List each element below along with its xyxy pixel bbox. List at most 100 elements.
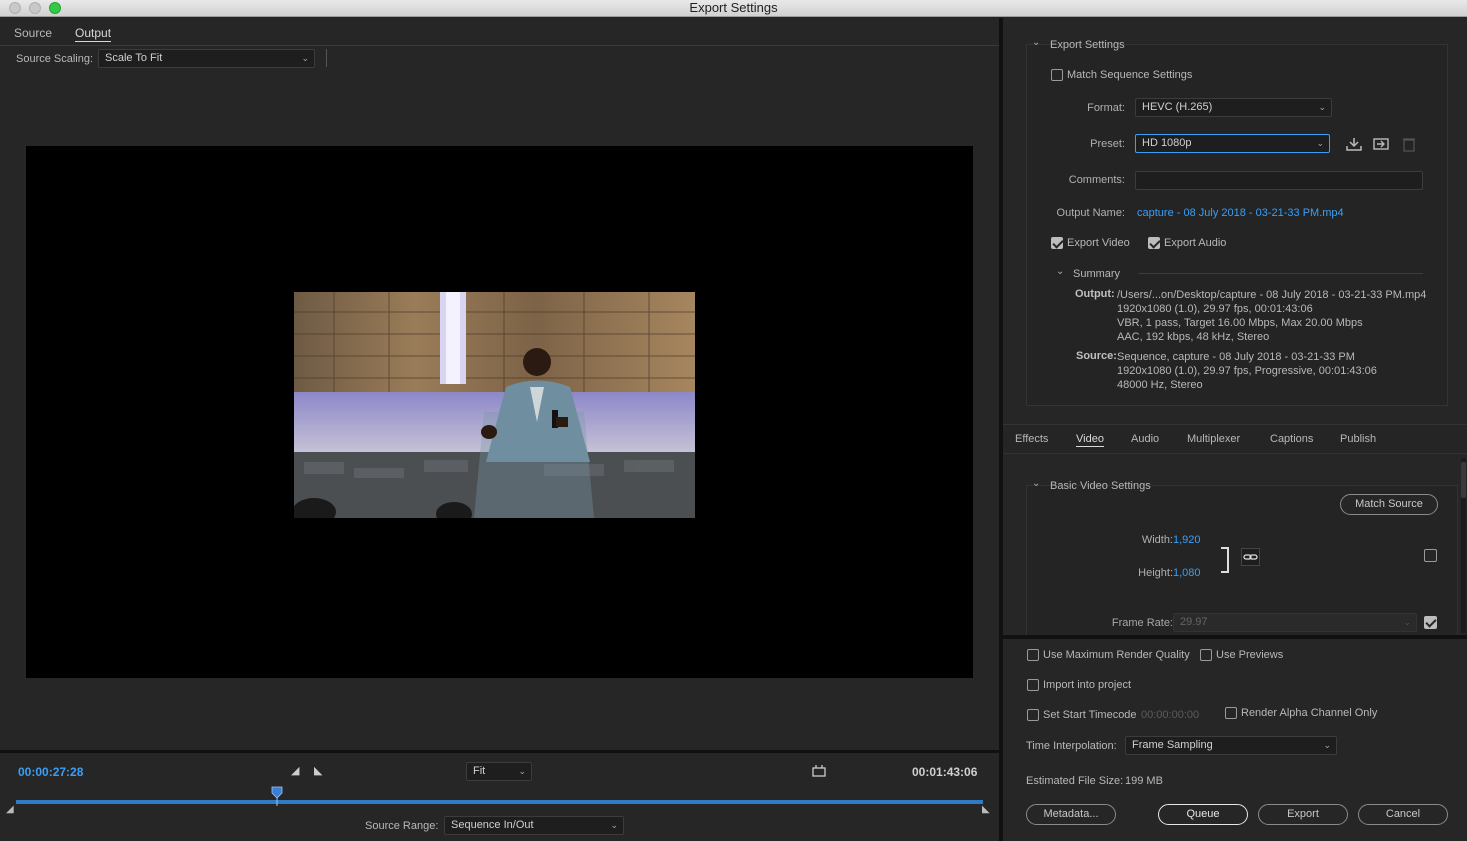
close-window-button[interactable] xyxy=(9,2,21,14)
frame-rate-override-checkbox[interactable] xyxy=(1424,616,1437,629)
width-height-override-checkbox[interactable] xyxy=(1424,549,1437,562)
tab-publish[interactable]: Publish xyxy=(1340,433,1376,445)
tab-video[interactable]: Video xyxy=(1076,433,1104,447)
chevron-down-icon: ⌄ xyxy=(1316,138,1324,148)
chevron-down-icon: ⌄ xyxy=(1323,740,1331,750)
source-range-label: Source Range: xyxy=(365,820,439,832)
zoom-dropdown[interactable]: Fit ⌄ xyxy=(466,762,532,781)
file-size-label: Estimated File Size: xyxy=(1026,775,1124,787)
cancel-button[interactable]: Cancel xyxy=(1358,804,1448,825)
panel-tabs: Effects Video Audio Multiplexer Captions… xyxy=(1003,424,1467,454)
bottom-divider[interactable] xyxy=(1003,635,1467,639)
panel-scrollbar[interactable] xyxy=(1461,458,1466,633)
panel-scrollbar-thumb[interactable] xyxy=(1461,462,1466,498)
mark-in-icon[interactable]: ◢ xyxy=(291,764,299,777)
comments-input[interactable] xyxy=(1135,171,1423,190)
minimize-window-button[interactable] xyxy=(29,2,41,14)
chevron-down-icon: ⌄ xyxy=(1403,617,1411,627)
collapse-chevron-icon[interactable]: ⌄ xyxy=(1032,37,1040,48)
metadata-button[interactable]: Metadata... xyxy=(1026,804,1116,825)
zoom-value: Fit xyxy=(473,765,486,777)
export-video-checkbox[interactable] xyxy=(1051,237,1063,249)
max-render-quality-label: Use Maximum Render Quality xyxy=(1043,649,1190,661)
import-preset-icon[interactable] xyxy=(1372,136,1390,152)
time-interpolation-value: Frame Sampling xyxy=(1132,739,1213,751)
time-interpolation-dropdown[interactable]: Frame Sampling ⌄ xyxy=(1125,736,1337,755)
height-value[interactable]: 1,080 xyxy=(1173,567,1201,579)
format-dropdown[interactable]: HEVC (H.265) ⌄ xyxy=(1135,98,1332,117)
export-audio-label: Export Audio xyxy=(1164,237,1227,249)
format-label: Format: xyxy=(1087,102,1125,114)
link-bracket xyxy=(1221,547,1229,573)
start-timecode-value[interactable]: 00:00:00:00 xyxy=(1141,709,1199,721)
crop-icon[interactable] xyxy=(811,765,827,778)
summary-source-line: 48000 Hz, Stereo xyxy=(1117,379,1203,391)
comments-label: Comments: xyxy=(1068,174,1125,186)
summary-source-text: Sequence, capture - 08 July 2018 - 03-21… xyxy=(1117,350,1377,392)
set-start-timecode-label: Set Start Timecode xyxy=(1043,709,1137,721)
summary-header: Summary xyxy=(1073,268,1121,280)
work-area-end-handle[interactable]: ◣ xyxy=(982,804,990,815)
summary-output-line: AAC, 192 kbps, 48 kHz, Stereo xyxy=(1117,331,1270,343)
settings-pane: ⌄ Export Settings Match Sequence Setting… xyxy=(1003,18,1467,841)
export-video-label: Export Video xyxy=(1067,237,1130,249)
timeline-divider xyxy=(0,750,999,753)
save-preset-icon[interactable] xyxy=(1345,136,1363,152)
chevron-down-icon: ⌄ xyxy=(518,766,526,776)
tab-output[interactable]: Output xyxy=(75,26,112,42)
tab-effects[interactable]: Effects xyxy=(1015,433,1048,445)
toolbar-divider xyxy=(326,49,327,67)
current-timecode[interactable]: 00:00:27:28 xyxy=(18,765,83,779)
source-range-dropdown[interactable]: Sequence In/Out ⌄ xyxy=(444,816,624,835)
tab-multiplexer[interactable]: Multiplexer xyxy=(1187,433,1240,445)
render-alpha-label: Render Alpha Channel Only xyxy=(1241,707,1378,719)
summary-output-line: VBR, 1 pass, Target 16.00 Mbps, Max 20.0… xyxy=(1117,317,1363,329)
basic-video-header: Basic Video Settings xyxy=(1050,480,1151,492)
use-previews-label: Use Previews xyxy=(1216,649,1284,661)
import-into-project-checkbox[interactable] xyxy=(1027,679,1039,691)
delete-preset-icon[interactable] xyxy=(1402,136,1416,152)
summary-output-line: 1920x1080 (1.0), 29.97 fps, 00:01:43:06 xyxy=(1117,303,1313,315)
link-icon[interactable] xyxy=(1241,548,1260,566)
source-scaling-value: Scale To Fit xyxy=(105,52,163,64)
timeline-track[interactable] xyxy=(16,800,983,804)
playhead-icon xyxy=(271,786,283,806)
width-value[interactable]: 1,920 xyxy=(1173,534,1201,546)
match-source-button[interactable]: Match Source xyxy=(1340,494,1438,515)
playhead[interactable] xyxy=(271,786,283,809)
summary-source-line: Sequence, capture - 08 July 2018 - 03-21… xyxy=(1117,351,1355,363)
frame-rate-label: Frame Rate: xyxy=(1111,617,1173,629)
preset-dropdown[interactable]: HD 1080p ⌄ xyxy=(1135,134,1330,153)
source-scaling-dropdown[interactable]: Scale To Fit ⌄ xyxy=(98,49,315,68)
preset-label: Preset: xyxy=(1090,138,1125,150)
output-name-label: Output Name: xyxy=(1056,207,1125,219)
summary-output-text: /Users/...on/Desktop/capture - 08 July 2… xyxy=(1117,288,1426,344)
work-area-start-handle[interactable]: ◢ xyxy=(6,804,14,815)
width-label: Width: xyxy=(1141,534,1173,546)
export-audio-checkbox[interactable] xyxy=(1148,237,1160,249)
tab-source[interactable]: Source xyxy=(14,26,52,40)
summary-chevron-icon[interactable]: ⌄ xyxy=(1056,266,1064,277)
collapse-chevron-icon[interactable]: ⌄ xyxy=(1032,478,1040,489)
tab-captions[interactable]: Captions xyxy=(1270,433,1313,445)
export-button[interactable]: Export xyxy=(1258,804,1348,825)
output-name-link[interactable]: capture - 08 July 2018 - 03-21-33 PM.mp4 xyxy=(1137,207,1344,219)
use-previews-checkbox[interactable] xyxy=(1200,649,1212,661)
zoom-window-button[interactable] xyxy=(49,2,61,14)
queue-button[interactable]: Queue xyxy=(1158,804,1248,825)
summary-divider xyxy=(1138,273,1423,274)
tab-audio[interactable]: Audio xyxy=(1131,433,1159,445)
summary-output-line: /Users/...on/Desktop/capture - 08 July 2… xyxy=(1117,289,1427,301)
frame-rate-value: 29.97 xyxy=(1180,616,1208,628)
file-size-value: 199 MB xyxy=(1125,775,1163,787)
match-sequence-checkbox[interactable] xyxy=(1051,69,1063,81)
set-start-timecode-checkbox[interactable] xyxy=(1027,709,1039,721)
frame-rate-dropdown[interactable]: 29.97 ⌄ xyxy=(1173,613,1417,632)
height-label: Height: xyxy=(1138,567,1173,579)
format-value: HEVC (H.265) xyxy=(1142,101,1213,113)
mark-out-icon[interactable]: ◣ xyxy=(314,764,322,777)
render-alpha-checkbox[interactable] xyxy=(1225,707,1237,719)
summary-output-label: Output: xyxy=(1075,288,1115,300)
max-render-quality-checkbox[interactable] xyxy=(1027,649,1039,661)
source-output-tabs: Source Output xyxy=(0,18,999,46)
